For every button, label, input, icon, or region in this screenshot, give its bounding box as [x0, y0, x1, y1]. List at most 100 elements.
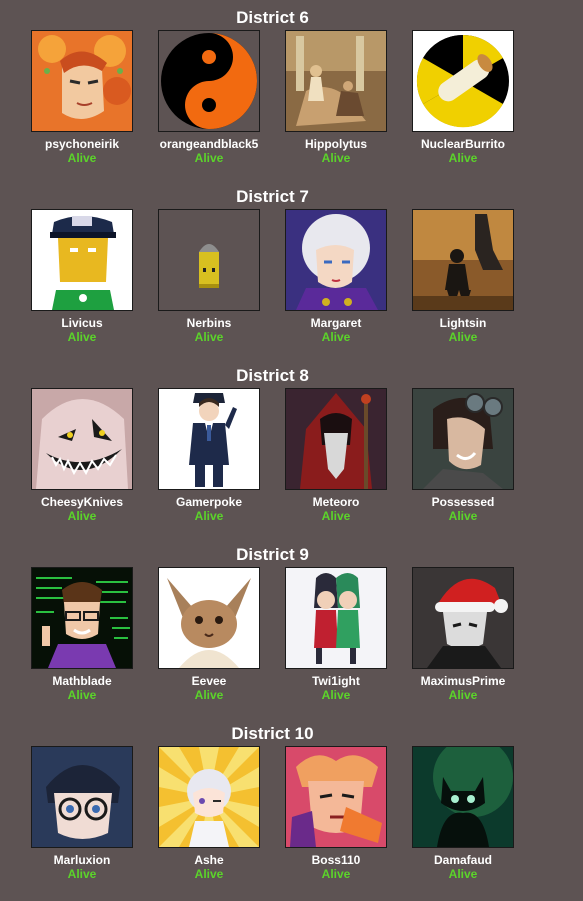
avatar[interactable]	[412, 209, 514, 311]
tribute-status: Alive	[67, 688, 97, 702]
district-title: District 7	[236, 187, 309, 206]
district-title: District 8	[236, 366, 309, 385]
tribute-name: psychoneirik	[44, 137, 120, 151]
tribute-card[interactable]: orangeandblack5 Alive	[145, 30, 273, 165]
bullet-sprite-avatar-icon	[159, 210, 259, 310]
avatar[interactable]	[158, 746, 260, 848]
tribute-card[interactable]: Margaret Alive	[272, 209, 400, 344]
tribute-card[interactable]: Gamerpoke Alive	[145, 388, 273, 523]
tribute-status: Alive	[194, 867, 224, 881]
tribute-name: CheesyKnives	[40, 495, 124, 509]
tribute-status: Alive	[67, 330, 97, 344]
tribute-card[interactable]: psychoneirik Alive	[18, 30, 146, 165]
yin-yang-avatar-icon	[159, 31, 259, 131]
tribute-status: Alive	[67, 509, 97, 523]
tribute-card[interactable]: Eevee Alive	[145, 567, 273, 702]
district-section: District 6 psychoneirik Alive orangeandb…	[0, 6, 545, 180]
tribute-status: Alive	[194, 688, 224, 702]
nuclear-burrito-avatar-icon	[413, 31, 513, 131]
tribute-status: Alive	[448, 509, 478, 523]
tribute-status: Alive	[321, 509, 351, 523]
tribute-name: Mathblade	[52, 674, 112, 688]
avatar[interactable]	[285, 209, 387, 311]
goggles-woman-avatar-icon	[413, 389, 513, 489]
tribute-roster: District 6 psychoneirik Alive orangeandb…	[0, 0, 583, 901]
tribute-name: Nerbins	[186, 316, 232, 330]
tribute-status: Alive	[67, 151, 97, 165]
glowing-cat-avatar-icon	[413, 747, 513, 847]
suited-anime-avatar-icon	[159, 389, 259, 489]
tribute-status: Alive	[448, 151, 478, 165]
tribute-card[interactable]: MaximusPrime Alive	[399, 567, 527, 702]
santa-hat-avatar-icon	[413, 568, 513, 668]
tribute-status: Alive	[448, 330, 478, 344]
district-title: District 6	[236, 8, 309, 27]
tribute-card[interactable]: CheesyKnives Alive	[18, 388, 146, 523]
tribute-status: Alive	[194, 330, 224, 344]
tribute-status: Alive	[194, 151, 224, 165]
tribute-card[interactable]: Boss110 Alive	[272, 746, 400, 881]
police-cartoon-avatar-icon	[32, 210, 132, 310]
tribute-status: Alive	[321, 867, 351, 881]
avatar[interactable]	[285, 30, 387, 132]
tribute-name: Margaret	[310, 316, 362, 330]
tribute-status: Alive	[67, 867, 97, 881]
jojo-avatar-icon	[286, 747, 386, 847]
tribute-name: Gamerpoke	[175, 495, 243, 509]
tribute-row: psychoneirik Alive orangeandblack5 Alive	[0, 30, 545, 180]
tribute-card[interactable]: Meteoro Alive	[272, 388, 400, 523]
district-section: District 8 CheesyKnives Alive Gamerpoke …	[0, 364, 545, 538]
tribute-name: orangeandblack5	[159, 137, 259, 151]
avatar[interactable]	[158, 209, 260, 311]
avatar[interactable]	[412, 567, 514, 669]
avatar[interactable]	[285, 567, 387, 669]
avatar[interactable]	[31, 567, 133, 669]
anime-orange-hair-avatar-icon	[32, 31, 132, 131]
eevee-avatar-icon	[159, 568, 259, 668]
tribute-card[interactable]: Twi1ight Alive	[272, 567, 400, 702]
avatar[interactable]	[412, 388, 514, 490]
tribute-name: Boss110	[311, 853, 361, 867]
avatar[interactable]	[31, 209, 133, 311]
tribute-card[interactable]: Lightsin Alive	[399, 209, 527, 344]
avatar[interactable]	[158, 567, 260, 669]
tribute-row: Livicus Alive Nerbins Alive Margaret Ali…	[0, 209, 545, 359]
tribute-name: Ashe	[194, 853, 224, 867]
tribute-card[interactable]: Livicus Alive	[18, 209, 146, 344]
tribute-name: Twi1ight	[312, 674, 360, 688]
classical-painting-avatar-icon	[286, 31, 386, 131]
tribute-card[interactable]: Hippolytus Alive	[272, 30, 400, 165]
tribute-card[interactable]: NuclearBurrito Alive	[399, 30, 527, 165]
avatar[interactable]	[412, 746, 514, 848]
district-title: District 10	[231, 724, 314, 743]
tribute-row: Marluxion Alive Ashe Alive Boss110 Alive…	[0, 746, 545, 896]
tribute-card[interactable]: Damafaud Alive	[399, 746, 527, 881]
tribute-card[interactable]: Possessed Alive	[399, 388, 527, 523]
avatar[interactable]	[31, 388, 133, 490]
avatar[interactable]	[31, 30, 133, 132]
avatar[interactable]	[412, 30, 514, 132]
avatar[interactable]	[158, 388, 260, 490]
tribute-status: Alive	[321, 151, 351, 165]
chibi-sunburst-avatar-icon	[159, 747, 259, 847]
splatoon-avatar-icon	[286, 568, 386, 668]
avatar[interactable]	[158, 30, 260, 132]
glasses-boy-avatar-icon	[32, 747, 132, 847]
tribute-name: Damafaud	[433, 853, 492, 867]
tribute-name: Eevee	[191, 674, 227, 688]
tribute-name: Livicus	[61, 316, 103, 330]
avatar[interactable]	[285, 388, 387, 490]
white-hair-anime-avatar-icon	[286, 210, 386, 310]
avatar[interactable]	[285, 746, 387, 848]
tribute-card[interactable]: Mathblade Alive	[18, 567, 146, 702]
tribute-name: Marluxion	[53, 853, 111, 867]
avatar[interactable]	[31, 746, 133, 848]
tribute-name: MaximusPrime	[420, 674, 506, 688]
tribute-card[interactable]: Nerbins Alive	[145, 209, 273, 344]
tribute-card[interactable]: Marluxion Alive	[18, 746, 146, 881]
district-section: District 10 Marluxion Alive Ashe Alive B…	[0, 722, 545, 896]
tribute-status: Alive	[321, 688, 351, 702]
tribute-card[interactable]: Ashe Alive	[145, 746, 273, 881]
mech-soldier-avatar-icon	[413, 210, 513, 310]
red-wizard-avatar-icon	[286, 389, 386, 489]
